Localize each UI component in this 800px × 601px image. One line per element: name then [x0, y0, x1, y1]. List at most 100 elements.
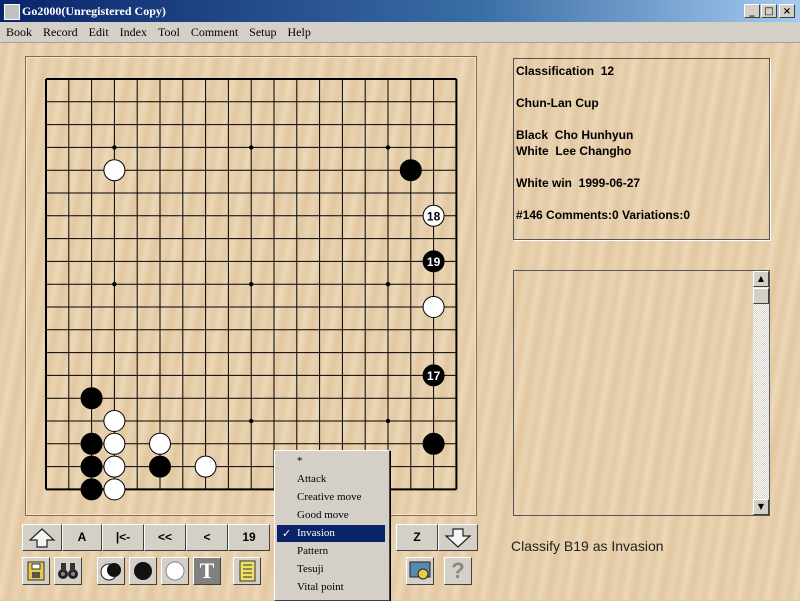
scroll-down-button[interactable]: ▼: [753, 499, 769, 515]
notebook-button[interactable]: [233, 557, 261, 585]
close-button[interactable]: ×: [779, 4, 795, 18]
classify-item-attack[interactable]: Attack: [277, 471, 385, 488]
comment-scrollbar[interactable]: ▲ ▼: [753, 271, 769, 515]
classify-item-label: Attack: [297, 473, 327, 485]
star-point: [249, 145, 254, 150]
classify-item-label: Invasion: [297, 527, 335, 539]
disk-icon: [27, 561, 45, 581]
star-point: [249, 282, 254, 287]
minimize-button[interactable]: _: [744, 4, 760, 18]
star-point: [385, 145, 391, 150]
first-move-button[interactable]: A: [62, 524, 102, 551]
menu-help[interactable]: Help: [282, 22, 316, 40]
move-number-label: 17: [427, 369, 441, 383]
end-button[interactable]: Z: [396, 524, 438, 551]
maximize-button[interactable]: □: [761, 4, 777, 18]
back-button[interactable]: <: [186, 524, 228, 551]
classify-item-label: Tesuji: [297, 563, 324, 575]
black-stone: [422, 432, 445, 455]
help-button[interactable]: ?: [444, 557, 472, 585]
comment-area[interactable]: ▲ ▼: [513, 270, 770, 516]
classify-item-good-move[interactable]: Good move: [277, 507, 385, 524]
go-board[interactable]: 18 19 17: [25, 56, 475, 514]
classify-item-label: Vital point: [297, 581, 344, 593]
display-button[interactable]: [406, 557, 434, 585]
classify-item-label: Good move: [297, 509, 349, 521]
menu-setup[interactable]: Setup: [243, 22, 281, 40]
menu-index[interactable]: Index: [114, 22, 152, 40]
black-stone: [149, 455, 171, 478]
black-stone: [80, 387, 103, 410]
classify-item-label: Pattern: [297, 545, 329, 557]
alternate-stone-button[interactable]: [97, 557, 125, 585]
window-title: Go2000(Unregistered Copy): [22, 4, 166, 18]
scroll-thumb[interactable]: [753, 288, 769, 304]
classify-item-label: *: [297, 455, 303, 467]
classify-item-creative-move[interactable]: Creative move: [277, 489, 385, 506]
white-stone: [103, 410, 126, 432]
star-point: [385, 418, 391, 424]
star-point: [112, 145, 117, 150]
classify-item-label: Creative move: [297, 491, 362, 503]
status-message: Classify B19 as Invasion: [511, 538, 664, 554]
up-arrow-button[interactable]: [22, 524, 62, 551]
white-stone: [103, 478, 126, 501]
black-stone-button[interactable]: [129, 557, 157, 585]
event-label: Chun-Lan Cup: [516, 96, 599, 110]
white-stone-button[interactable]: [161, 557, 189, 585]
move-number-button[interactable]: 19: [228, 524, 270, 551]
back-fast-button[interactable]: <<: [144, 524, 186, 551]
menu-tool[interactable]: Tool: [152, 22, 185, 40]
move-info-label: #146 Comments:0 Variations:0: [516, 208, 691, 222]
move-number-label: 19: [427, 255, 441, 269]
down-arrow-button[interactable]: [438, 524, 478, 551]
game-info-panel: Classification 12 Chun-Lan Cup Black Cho…: [513, 58, 770, 240]
white-stone: [194, 455, 217, 478]
down-arrow-icon: [444, 528, 472, 548]
notebook-icon: [239, 560, 256, 582]
black-stone: [80, 432, 103, 455]
menu-edit[interactable]: Edit: [83, 22, 114, 40]
star-point: [249, 418, 254, 424]
save-button[interactable]: [22, 557, 50, 585]
classify-item-pattern[interactable]: Pattern: [277, 543, 385, 560]
black-player-label: Black Cho Hunhyun: [516, 128, 634, 142]
classify-popup-menu: * Attack Creative move Good move ✓ Invasi…: [274, 450, 390, 601]
menu-record[interactable]: Record: [37, 22, 83, 40]
black-stone: [399, 159, 422, 182]
text-tool-button[interactable]: T: [193, 557, 221, 585]
white-stone: [103, 455, 126, 478]
classify-item-none[interactable]: *: [277, 453, 385, 470]
menu-comment[interactable]: Comment: [185, 22, 243, 40]
star-point: [385, 282, 391, 287]
result-label: White win 1999-06-27: [516, 176, 641, 190]
classification-label: Classification 12: [516, 64, 615, 78]
app-icon[interactable]: [4, 4, 20, 20]
menu-bar: Book Record Edit Index Tool Comment Setup Help: [0, 22, 800, 43]
white-stone: [103, 432, 126, 455]
alternate-stones-icon: [100, 563, 121, 581]
black-stone-icon: [134, 562, 152, 580]
black-stone: [80, 478, 103, 501]
move-number-label: 18: [427, 209, 441, 223]
scroll-up-button[interactable]: ▲: [753, 271, 769, 287]
menu-book[interactable]: Book: [0, 22, 37, 40]
white-stone-icon: [165, 561, 185, 581]
start-button[interactable]: |<-: [102, 524, 144, 551]
star-point: [112, 282, 117, 287]
white-player-label: White Lee Changho: [516, 144, 632, 158]
white-stone: [422, 296, 445, 318]
search-button[interactable]: [54, 557, 82, 585]
classify-item-invasion[interactable]: ✓ Invasion: [277, 525, 385, 542]
classify-item-tesuji[interactable]: Tesuji: [277, 561, 385, 578]
title-bar: Go2000(Unregistered Copy) _ □ ×: [0, 0, 800, 22]
help-icon: ?: [451, 558, 465, 583]
white-stone: [103, 159, 126, 182]
up-arrow-icon: [28, 528, 56, 548]
text-tool-icon: T: [199, 558, 215, 583]
binoculars-icon: [58, 563, 78, 579]
checkmark-icon: ✓: [282, 527, 292, 540]
black-stone: [80, 455, 103, 478]
classify-item-vital-point[interactable]: Vital point: [277, 579, 385, 596]
monitor-icon: [409, 561, 431, 580]
